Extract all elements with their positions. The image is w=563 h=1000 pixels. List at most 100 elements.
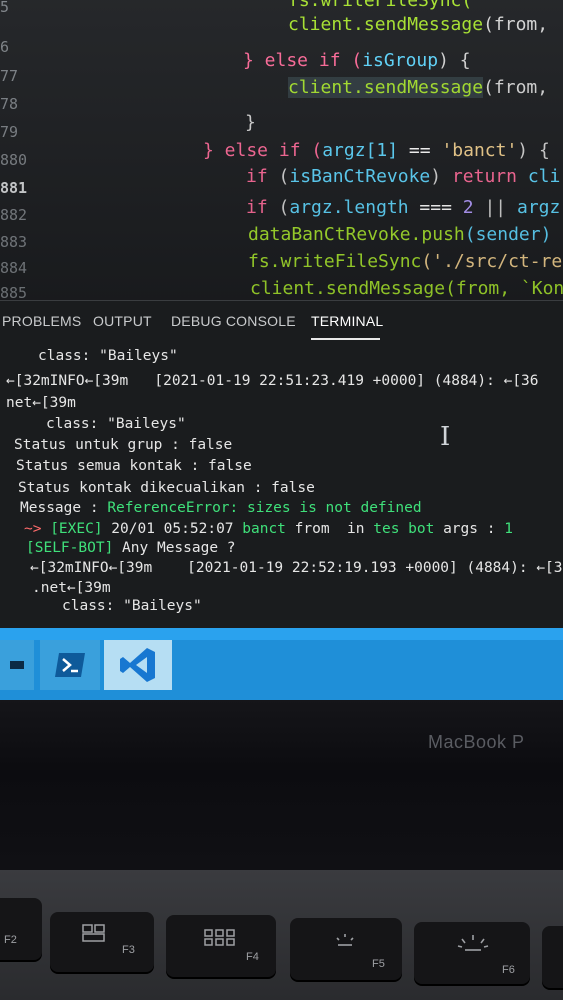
line-number-gutter: 5 6 77 78 79 880 881 882 883 884 885 — [0, 0, 60, 300]
code-line: if (isBanCtRevoke) return cli — [246, 166, 560, 187]
taskbar-edge — [0, 628, 563, 640]
line-number-active: 881 — [0, 179, 28, 197]
code-line: } — [245, 112, 256, 133]
code-line: client.sendMessage(from, — [288, 77, 548, 98]
line-number: 883 — [0, 233, 28, 251]
terminal-text: Any Message ? — [113, 540, 236, 556]
code-token: isBanCtRevoke — [289, 166, 431, 187]
prompt-arrow: ~> — [24, 521, 42, 537]
terminal-line: [SELF-BOT] Any Message ? — [26, 540, 236, 556]
code-token: ('./src/ct-re — [421, 251, 563, 272]
key-f6[interactable]: F6 — [414, 922, 530, 984]
code-token: dataBanCtRevoke.push — [248, 224, 465, 245]
code-token: } else if ( — [203, 140, 323, 161]
code-line: fs.writeFileSync('./src/ct-re — [248, 251, 562, 272]
panel-tab-bar: PROBLEMS OUTPUT DEBUG CONSOLE TERMINAL — [0, 300, 563, 345]
keyboard-brightness-up-icon — [457, 935, 489, 951]
terminal-line: Status untuk grup : false — [14, 437, 233, 453]
terminal-text: tes bot — [373, 521, 435, 537]
terminal-line: net←[39m — [6, 395, 76, 411]
code-token: return — [451, 166, 517, 187]
code-editor[interactable]: 5 6 77 78 79 880 881 882 883 884 885 fs.… — [0, 0, 563, 300]
launchpad-icon — [204, 929, 235, 946]
terminal-line: Message : ReferenceError: sizes is not d… — [20, 500, 422, 516]
terminal-line: ←[32mINFO←[39m [2021-01-19 22:51:23.419 … — [6, 373, 539, 389]
laptop-bezel — [0, 700, 563, 870]
taskbar-powershell-button[interactable] — [40, 640, 100, 690]
code-token: } else if ( — [243, 50, 363, 71]
code-token: ) { — [517, 140, 550, 161]
taskbar-button[interactable] — [0, 640, 34, 690]
key-label: F6 — [502, 964, 515, 976]
code-token: 'banct' — [441, 140, 518, 161]
code-token: === — [408, 197, 463, 218]
code-token: (sender) — [464, 224, 552, 245]
code-line: fs.writeFileSync( — [288, 0, 472, 11]
keyboard-brightness-down-icon — [336, 934, 354, 946]
terminal-text: 1 — [504, 521, 513, 537]
window-icon — [10, 661, 24, 669]
code-token: == — [398, 140, 442, 161]
code-token: 2 — [462, 197, 474, 218]
key-f7[interactable] — [542, 926, 563, 988]
terminal-line: Status semua kontak : false — [16, 458, 252, 474]
keyboard: F2 F3 F4 F5 F6 — [0, 870, 563, 1000]
key-label: F5 — [372, 958, 385, 970]
code-token: if — [246, 197, 268, 218]
terminal-error-text: ReferenceError: sizes is not defined — [107, 500, 422, 516]
code-line: } else if (isGroup) { — [243, 50, 471, 71]
terminal-line: ~> [EXEC] 20/01 05:52:07 banct from in t… — [24, 521, 513, 537]
line-number: 6 — [0, 38, 10, 56]
code-line: if (argz.length === 2 || argz — [246, 197, 560, 218]
tab-terminal[interactable]: TERMINAL — [311, 313, 383, 329]
terminal-text: Message : — [20, 500, 108, 516]
line-number: 884 — [0, 259, 28, 277]
taskbar — [0, 628, 563, 700]
terminal-text: from — [285, 521, 339, 537]
line-number: 78 — [0, 95, 19, 113]
taskbar-vscode-button[interactable] — [104, 640, 172, 690]
code-line: dataBanCtRevoke.push(sender) — [248, 224, 551, 245]
terminal-text: [EXEC] — [41, 521, 103, 537]
tab-output[interactable]: OUTPUT — [93, 313, 152, 329]
code-token: argz.length — [289, 197, 409, 218]
text-cursor-icon: I — [440, 422, 451, 452]
line-number: 77 — [0, 67, 19, 85]
mission-control-icon — [82, 924, 105, 942]
key-f5[interactable]: F5 — [290, 918, 402, 980]
terminal-line: class: "Baileys" — [38, 348, 178, 364]
code-token: isGroup — [362, 50, 439, 71]
terminal-line: class: "Baileys" — [62, 598, 202, 614]
code-line: client.sendMessage(from, `Kon — [250, 278, 563, 299]
terminal-line: ←[32mINFO←[39m [2021-01-19 22:52:19.193 … — [30, 560, 563, 576]
line-number: 885 — [0, 284, 28, 300]
code-token: argz — [516, 197, 561, 218]
terminal-line: .net←[39m — [32, 580, 111, 596]
key-f3[interactable]: F3 — [50, 912, 154, 972]
code-token: fs.writeFileSync — [248, 251, 422, 272]
terminal-line: Status kontak dikecualikan : false — [18, 480, 315, 496]
key-label: F4 — [246, 951, 259, 963]
terminal-text: args : — [434, 521, 505, 537]
code-token: (from, — [483, 77, 549, 98]
key-f2[interactable]: F2 — [0, 898, 42, 960]
tab-debug-console[interactable]: DEBUG CONSOLE — [171, 313, 296, 329]
code-token: || — [473, 197, 517, 218]
key-f4[interactable]: F4 — [166, 915, 276, 977]
code-token: client.sendMessage — [288, 14, 484, 35]
terminal-text: 20/01 05:52:07 — [102, 521, 243, 537]
brand-label: MacBook P — [428, 732, 525, 752]
line-number: 880 — [0, 151, 28, 169]
terminal-text: in — [338, 521, 374, 537]
tab-problems[interactable]: PROBLEMS — [2, 313, 81, 329]
code-token: if — [246, 166, 268, 187]
code-token: client.sendMessage — [288, 77, 484, 98]
code-token: ( — [267, 166, 290, 187]
key-label: F3 — [122, 944, 135, 956]
code-token: ( — [267, 197, 290, 218]
terminal-line: class: "Baileys" — [46, 416, 186, 432]
line-number: 79 — [0, 123, 19, 141]
code-token: } — [245, 112, 256, 133]
code-token: ) — [430, 166, 452, 187]
code-token: cli — [516, 166, 561, 187]
